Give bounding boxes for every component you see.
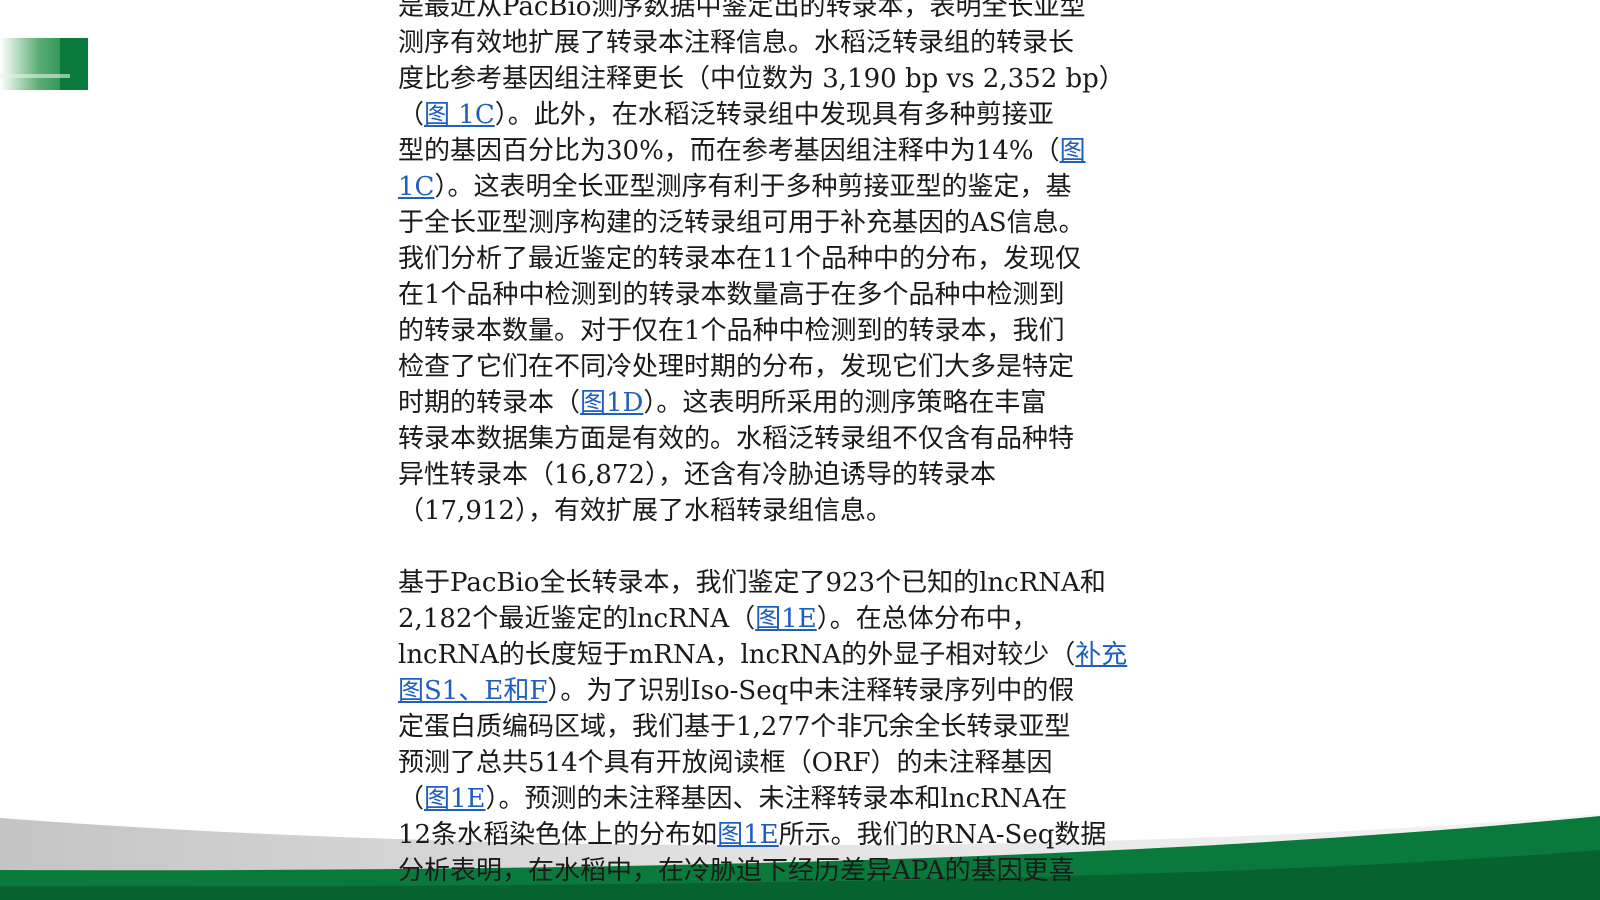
text-line: （图1E）。预测的未注释基因、未注释转录本和lncRNA在 [398,781,1188,817]
text-line: 的转录本数量。对于仅在1个品种中检测到的转录本，我们 [398,313,1188,349]
article-body: 是最近从PacBio测序数据中鉴定出的转录本，表明全长亚型测序有效地扩展了转录本… [398,0,1188,889]
text-line: 基于PacBio全长转录本，我们鉴定了923个已知的lncRNA和 [398,565,1188,601]
text-line: 分析表明，在水稻中，在冷胁迫下经历差异APA的基因更喜 [398,853,1188,889]
text-line: 12条水稻染色体上的分布如图1E所示。我们的RNA-Seq数据 [398,817,1188,853]
text-line: 定蛋白质编码区域，我们基于1,277个非冗余全长转录亚型 [398,709,1188,745]
text-segment: 分析表明，在水稻中，在冷胁迫下经历差异APA的基因更喜 [398,856,1075,886]
figure-reference-link[interactable]: 图1E [424,784,486,814]
text-segment: 是最近从PacBio测序数据中鉴定出的转录本，表明全长亚型 [398,0,1086,22]
text-line: 在1个品种中检测到的转录本数量高于在多个品种中检测到 [398,277,1188,313]
text-segment: ）。预测的未注释基因、未注释转录本和lncRNA在 [485,784,1068,814]
text-segment: 异性转录本（16,872），还含有冷胁迫诱导的转录本 [398,460,996,490]
text-line: 1C）。这表明全长亚型测序有利于多种剪接亚型的鉴定，基 [398,169,1188,205]
text-segment: 的转录本数量。对于仅在1个品种中检测到的转录本，我们 [398,316,1065,346]
figure-reference-link[interactable]: 图 [1060,136,1086,166]
text-segment: 检查了它们在不同冷处理时期的分布，发现它们大多是特定 [398,352,1075,382]
text-line: 异性转录本（16,872），还含有冷胁迫诱导的转录本 [398,457,1188,493]
text-line: 时期的转录本（图1D）。这表明所采用的测序策略在丰富 [398,385,1188,421]
corner-tab-decoration [0,38,88,90]
text-line: 我们分析了最近鉴定的转录本在11个品种中的分布，发现仅 [398,241,1188,277]
paragraph-2: 基于PacBio全长转录本，我们鉴定了923个已知的lncRNA和 2,182个最… [398,565,1188,889]
text-line: 图S1、E和F）。为了识别Iso-Seq中未注释转录序列中的假 [398,673,1188,709]
text-segment: ）。为了识别Iso-Seq中未注释转录序列中的假 [547,676,1075,706]
paragraph-1: 是最近从PacBio测序数据中鉴定出的转录本，表明全长亚型测序有效地扩展了转录本… [398,0,1188,529]
text-segment: 时期的转录本（ [398,388,581,418]
text-segment: （ [398,100,425,130]
text-segment: 测序有效地扩展了转录本注释信息。水稻泛转录组的转录长 [398,28,1075,58]
text-segment: 型的基因百分比为30%，而在参考基因组注释中为14%（ [398,136,1060,166]
text-segment: 度比参考基因组注释更长（中位数为 3,190 bp vs 2,352 bp） [398,64,1125,94]
text-segment: 12条水稻染色体上的分布如 [398,820,718,850]
text-segment: ）。在总体分布中， [816,604,1038,634]
text-line: 是最近从PacBio测序数据中鉴定出的转录本，表明全长亚型 [398,0,1188,25]
figure-reference-link[interactable]: 图1E [755,604,817,634]
text-segment: （17,912），有效扩展了水稻转录组信息。 [398,496,892,526]
figure-reference-link[interactable]: 图S1、E和F [398,676,547,706]
text-segment: 基于PacBio全长转录本，我们鉴定了923个已知的lncRNA和 [398,568,1106,598]
text-line: 2,182个最近鉴定的lncRNA（图1E）。在总体分布中， [398,601,1188,637]
text-line: 预测了总共514个具有开放阅读框（ORF）的未注释基因 [398,745,1188,781]
text-line: 检查了它们在不同冷处理时期的分布，发现它们大多是特定 [398,349,1188,385]
text-line: 转录本数据集方面是有效的。水稻泛转录组不仅含有品种特 [398,421,1188,457]
text-line: 测序有效地扩展了转录本注释信息。水稻泛转录组的转录长 [398,25,1188,61]
text-line: 度比参考基因组注释更长（中位数为 3,190 bp vs 2,352 bp） [398,61,1188,97]
text-line: 于全长亚型测序构建的泛转录组可用于补充基因的AS信息。 [398,205,1188,241]
figure-reference-link[interactable]: 图1D [580,388,643,418]
text-segment: 所示。我们的RNA-Seq数据 [778,820,1107,850]
text-segment: 转录本数据集方面是有效的。水稻泛转录组不仅含有品种特 [398,424,1075,454]
text-line: （图 1C）。此外，在水稻泛转录组中发现具有多种剪接亚 [398,97,1188,133]
text-segment: ）。此外，在水稻泛转录组中发现具有多种剪接亚 [494,100,1054,130]
figure-reference-link[interactable]: 补充 [1075,640,1127,670]
text-line: 型的基因百分比为30%，而在参考基因组注释中为14%（图 [398,133,1188,169]
text-segment: 2,182个最近鉴定的lncRNA（ [398,604,756,634]
text-segment: （ [398,784,425,814]
figure-reference-link[interactable]: 图 1C [424,100,495,130]
text-segment: 在1个品种中检测到的转录本数量高于在多个品种中检测到 [398,280,1065,310]
text-segment: lncRNA的长度短于mRNA，lncRNA的外显子相对较少（ [398,640,1076,670]
text-segment: 定蛋白质编码区域，我们基于1,277个非冗余全长转录亚型 [398,712,1071,742]
text-segment: ）。这表明所采用的测序策略在丰富 [643,388,1047,418]
text-segment: 预测了总共514个具有开放阅读框（ORF）的未注释基因 [398,748,1053,778]
figure-reference-link[interactable]: 1C [398,172,434,202]
figure-reference-link[interactable]: 图1E [717,820,779,850]
text-segment: 于全长亚型测序构建的泛转录组可用于补充基因的AS信息。 [398,208,1085,238]
text-line: lncRNA的长度短于mRNA，lncRNA的外显子相对较少（补充 [398,637,1188,673]
text-segment: ）。这表明全长亚型测序有利于多种剪接亚型的鉴定，基 [434,172,1072,202]
text-segment: 我们分析了最近鉴定的转录本在11个品种中的分布，发现仅 [398,244,1082,274]
text-line: （17,912），有效扩展了水稻转录组信息。 [398,493,1188,529]
